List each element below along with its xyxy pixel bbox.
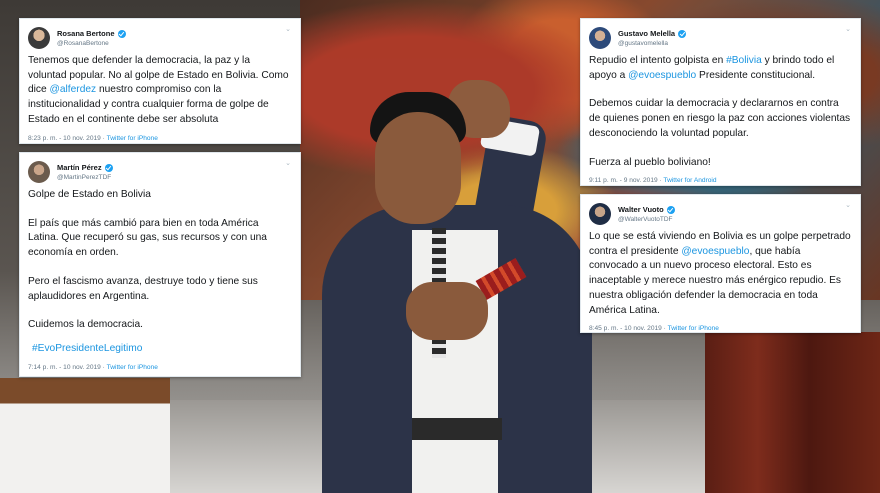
chevron-down-icon[interactable]: ⌄ [845, 201, 851, 209]
tweet-paragraph: Fuerza al pueblo boliviano! [589, 156, 711, 168]
tweet-source[interactable]: Twitter for iPhone [107, 135, 158, 142]
tweet-card-walter-vuoto: Walter Vuoto @WalterVuotoTDF ⌄ Lo que se… [580, 194, 861, 333]
tweet-text-part: Presidente constitucional. [696, 69, 816, 81]
belt [412, 418, 502, 440]
hashtag-link[interactable]: #Bolivia [726, 55, 762, 66]
tweet-source[interactable]: Twitter for iPhone [107, 364, 158, 371]
mention-link[interactable]: @alferdez [50, 84, 97, 95]
tweet-text-part: Repudio el intento golpista en [589, 55, 727, 66]
mention-link[interactable]: @evoespueblo [628, 70, 696, 81]
tweet-header: Gustavo Melella @gustavomelella ⌄ [589, 25, 851, 51]
tweet-author: Rosana Bertone @RosanaBertone [57, 27, 126, 49]
mention-link[interactable]: @evoespueblo [681, 246, 749, 257]
tweet-card-martin-perez: Martín Pérez @MartinPerezTDF ⌄ Golpe de … [19, 152, 301, 377]
tweet-meta: 9:11 p. m. - 9 nov. 2019 · Twitter for A… [589, 177, 717, 185]
shirt [412, 230, 498, 493]
tweet-text: Tenemos que defender la democracia, la p… [28, 54, 291, 128]
chevron-down-icon[interactable]: ⌄ [285, 25, 291, 33]
author-name-row: Martín Pérez [57, 163, 113, 173]
tweet-paragraph: Repudio el intento golpista en #Bolivia … [589, 54, 851, 83]
author-name-row: Rosana Bertone [57, 29, 126, 39]
chevron-down-icon[interactable]: ⌄ [845, 25, 851, 33]
tweet-meta: 8:45 p. m. - 10 nov. 2019 · Twitter for … [589, 325, 719, 333]
head [375, 112, 461, 224]
avatar[interactable] [28, 161, 50, 183]
tweet-paragraph: Golpe de Estado en Bolivia [28, 189, 151, 200]
tweet-timestamp[interactable]: 7:14 p. m. - 10 nov. 2019 [28, 364, 101, 371]
chevron-down-icon[interactable]: ⌄ [285, 159, 291, 167]
tweet-paragraph: Debemos cuidar la democracia y declararn… [589, 98, 851, 139]
tweet-header: Rosana Bertone @RosanaBertone ⌄ [28, 25, 291, 51]
tweet-timestamp[interactable]: 9:11 p. m. - 9 nov. 2019 [589, 177, 658, 184]
tweet-text: Lo que se está viviendo en Bolivia es un… [589, 230, 851, 318]
author-name[interactable]: Gustavo Melella [618, 29, 675, 39]
tweet-author: Walter Vuoto @WalterVuotoTDF [618, 203, 675, 225]
tweet-text: Repudio el intento golpista en #Bolivia … [589, 54, 851, 170]
avatar[interactable] [28, 27, 50, 49]
tweet-text: Golpe de Estado en Bolivia El país que m… [28, 188, 291, 357]
author-handle[interactable]: @gustavomelella [618, 39, 686, 49]
tweet-source[interactable]: Twitter for iPhone [668, 325, 719, 332]
tweet-card-rosana-bertone: Rosana Bertone @RosanaBertone ⌄ Tenemos … [19, 18, 301, 144]
tweet-author: Gustavo Melella @gustavomelella [618, 27, 687, 49]
tweet-author: Martín Pérez @MartinPerezTDF [57, 161, 113, 183]
verified-badge-icon [104, 164, 113, 172]
avatar[interactable] [589, 27, 611, 49]
tweet-paragraph: Cuidemos la democracia. [28, 319, 143, 331]
author-name[interactable]: Rosana Bertone [57, 29, 115, 39]
author-name[interactable]: Walter Vuoto [618, 205, 664, 215]
hand-on-chest [406, 282, 488, 340]
tweet-card-gustavo-melella: Gustavo Melella @gustavomelella ⌄ Repudi… [580, 18, 861, 186]
author-name-row: Gustavo Melella [618, 29, 687, 39]
tweet-header: Walter Vuoto @WalterVuotoTDF ⌄ [589, 201, 851, 227]
tweet-timestamp[interactable]: 8:23 p. m. - 10 nov. 2019 [28, 135, 101, 142]
author-handle[interactable]: @WalterVuotoTDF [618, 215, 675, 225]
tweet-meta: 8:23 p. m. - 10 nov. 2019 · Twitter for … [28, 134, 158, 142]
author-handle[interactable]: @RosanaBertone [57, 39, 126, 49]
avatar[interactable] [589, 203, 611, 225]
author-name-row: Walter Vuoto [618, 205, 675, 215]
tweet-meta: 7:14 p. m. - 10 nov. 2019 · Twitter for … [28, 363, 158, 371]
verified-badge-icon [117, 30, 126, 38]
hashtag-link[interactable]: #EvoPresidenteLegitimo [28, 342, 291, 357]
tweet-header: Martín Pérez @MartinPerezTDF ⌄ [28, 159, 291, 185]
tweet-paragraph: El país que más cambió para bien en toda… [28, 217, 267, 259]
verified-badge-icon [666, 206, 675, 214]
tweet-paragraph: Pero el fascismo avanza, destruye todo y… [28, 275, 258, 302]
tweet-timestamp[interactable]: 8:45 p. m. - 10 nov. 2019 [589, 325, 662, 332]
verified-badge-icon [678, 30, 687, 38]
author-name[interactable]: Martín Pérez [57, 163, 102, 173]
author-handle[interactable]: @MartinPerezTDF [57, 173, 113, 183]
tweet-source[interactable]: Twitter for Android [663, 177, 716, 184]
